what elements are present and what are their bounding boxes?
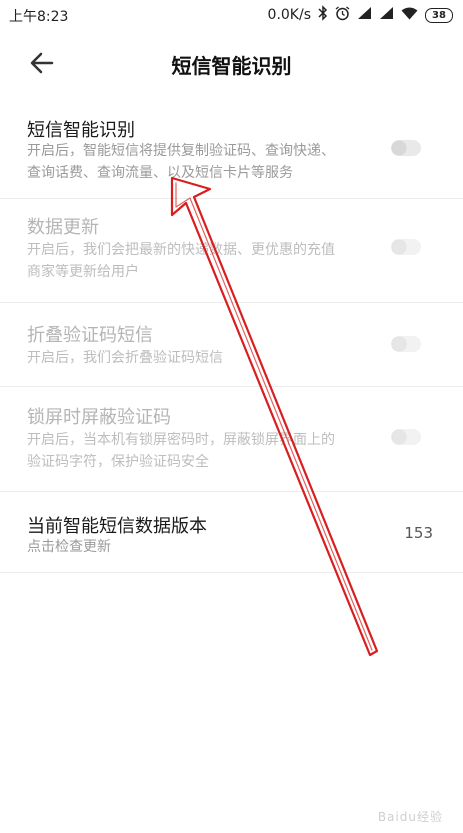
- setting-desc: 开启后，智能短信将提供复制验证码、查询快递、 查询话费、查询流量、以及短信卡片等…: [27, 140, 377, 184]
- setting-data-version[interactable]: 当前智能短信数据版本 点击检查更新 153: [0, 492, 463, 573]
- alarm-icon: [335, 5, 350, 25]
- setting-desc: 开启后，我们会折叠验证码短信: [27, 347, 377, 369]
- setting-title: 折叠验证码短信: [27, 325, 153, 346]
- wifi-icon: [401, 7, 418, 24]
- setting-desc-line: 开启后，我们会把最新的快递数据、更优惠的充值: [27, 242, 335, 258]
- setting-smart-recognition[interactable]: 短信智能识别 开启后，智能短信将提供复制验证码、查询快递、 查询话费、查询流量、…: [0, 104, 463, 199]
- setting-desc-line: 验证码字符，保护验证码安全: [27, 454, 209, 470]
- toggle-knob: [392, 430, 406, 444]
- fold-verification-toggle: [391, 336, 421, 352]
- setting-desc-line: 商家等更新给用户: [27, 264, 139, 280]
- setting-title: 短信智能识别: [27, 120, 135, 141]
- lockscreen-hide-toggle: [391, 429, 421, 445]
- smart-recognition-toggle[interactable]: [391, 140, 421, 156]
- signal-icon-2: [379, 6, 394, 24]
- watermark: Baidu经验: [377, 810, 443, 824]
- battery-icon: 38: [425, 7, 453, 23]
- version-title: 当前智能短信数据版本: [27, 516, 207, 537]
- toggle-knob: [392, 240, 406, 254]
- data-update-toggle: [391, 239, 421, 255]
- setting-desc-line: 开启后，智能短信将提供复制验证码、查询快递、: [27, 143, 335, 159]
- network-speed: 0.0K/s: [267, 7, 311, 23]
- setting-desc-line: 开启后，我们会折叠验证码短信: [27, 350, 223, 366]
- setting-fold-verification-sms: 折叠验证码短信 开启后，我们会折叠验证码短信: [0, 303, 463, 387]
- toggle-knob: [392, 337, 406, 351]
- version-value: 153: [404, 524, 433, 542]
- setting-desc: 开启后，我们会把最新的快递数据、更优惠的充值 商家等更新给用户: [27, 239, 377, 283]
- setting-title: 锁屏时屏蔽验证码: [27, 407, 171, 428]
- settings-list: 短信智能识别 开启后，智能短信将提供复制验证码、查询快递、 查询话费、查询流量、…: [0, 104, 463, 573]
- toggle-knob: [392, 141, 406, 155]
- setting-desc: 开启后，当本机有锁屏密码时，屏蔽锁屏界面上的 验证码字符，保护验证码安全: [27, 429, 377, 473]
- setting-title: 数据更新: [27, 217, 99, 238]
- signal-icon: [357, 6, 372, 24]
- status-bar: 上午8:23 0.0K/s 38: [0, 0, 463, 30]
- setting-lockscreen-hide-code: 锁屏时屏蔽验证码 开启后，当本机有锁屏密码时，屏蔽锁屏界面上的 验证码字符，保护…: [0, 387, 463, 492]
- status-icons: 0.0K/s 38: [268, 5, 453, 25]
- page-title: 短信智能识别: [171, 54, 292, 78]
- status-time: 上午8:23: [9, 9, 69, 25]
- version-subtitle: 点击检查更新: [27, 539, 111, 555]
- bluetooth-icon: [318, 5, 328, 25]
- setting-data-update: 数据更新 开启后，我们会把最新的快递数据、更优惠的充值 商家等更新给用户: [0, 199, 463, 303]
- setting-desc-line: 开启后，当本机有锁屏密码时，屏蔽锁屏界面上的: [27, 432, 335, 448]
- setting-desc-line: 查询话费、查询流量、以及短信卡片等服务: [27, 165, 293, 181]
- app-bar: 短信智能识别: [0, 30, 463, 96]
